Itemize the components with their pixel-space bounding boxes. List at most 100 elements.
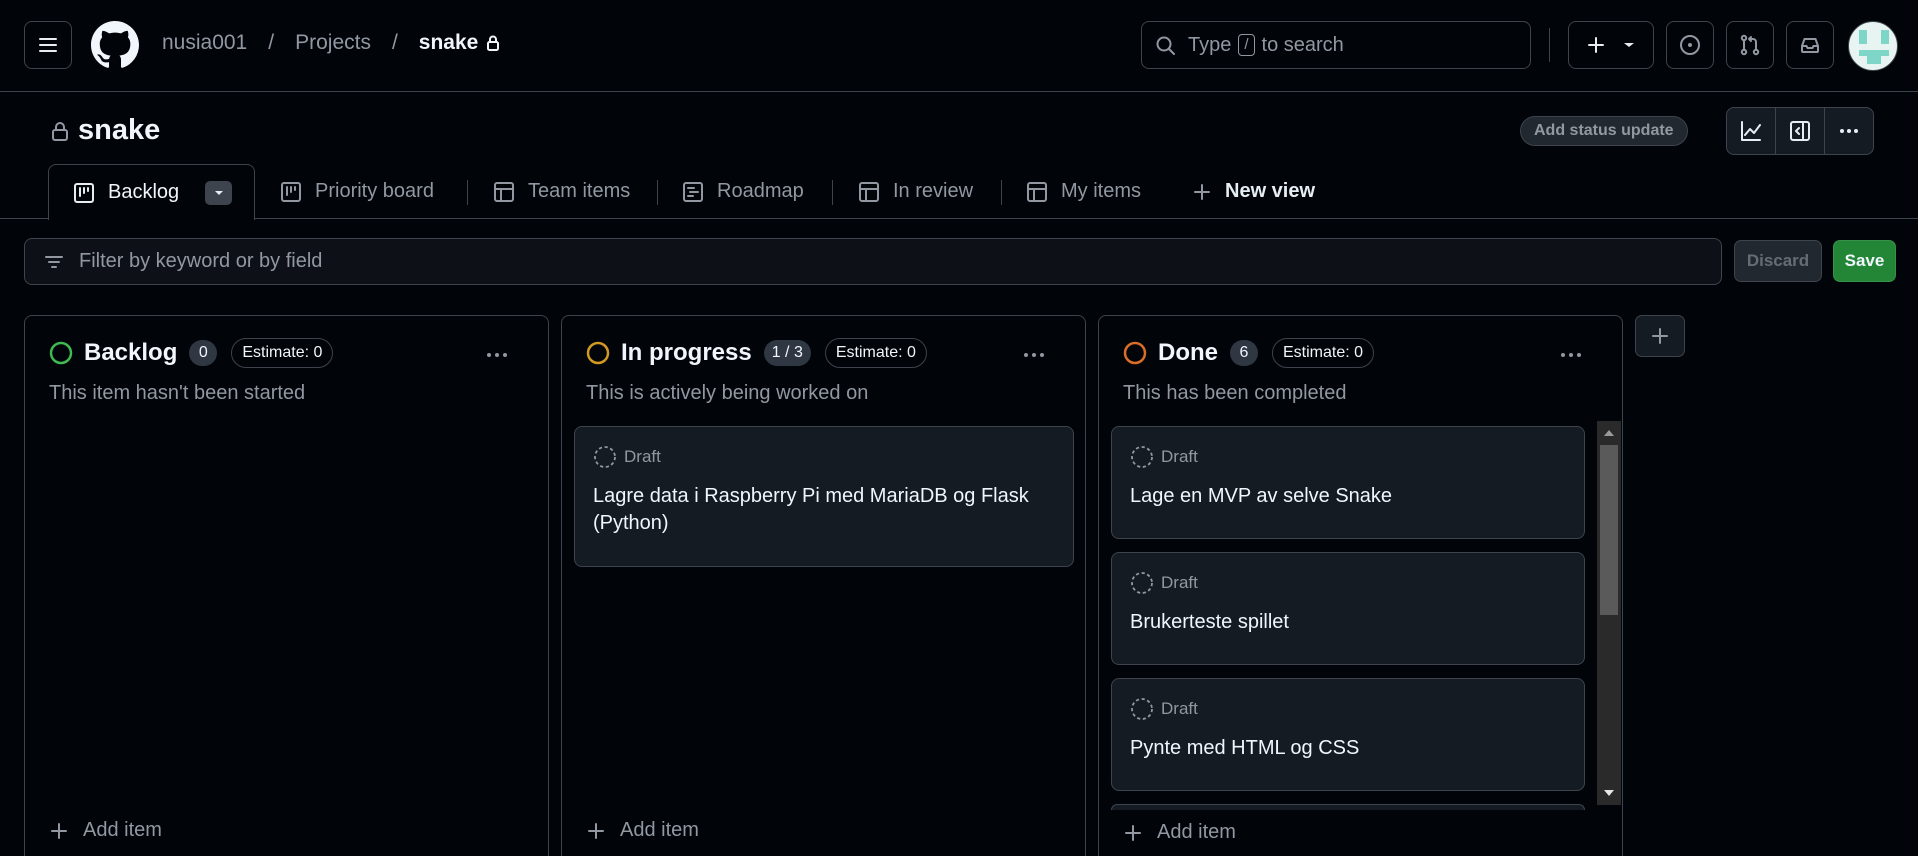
column-count: 0 [189, 340, 218, 366]
board-card[interactable]: Draft Lage en MVP av selve Snake [1111, 426, 1585, 539]
project-actions [1726, 107, 1874, 155]
column-header: Done 6 Estimate: 0 [1123, 338, 1375, 368]
breadcrumb-owner[interactable]: nusia001 [162, 31, 247, 55]
kebab-horizontal-icon [1840, 129, 1858, 133]
discard-button[interactable]: Discard [1734, 240, 1822, 282]
page-title: snake [50, 114, 160, 147]
board-card[interactable]: Draft Pynte med HTML og CSS [1111, 678, 1585, 791]
inbox-icon [1801, 38, 1819, 53]
github-logo-icon[interactable] [91, 21, 139, 69]
side-panel-button[interactable] [1776, 108, 1825, 154]
plus-icon [1652, 328, 1668, 344]
column-title: In progress [621, 339, 752, 366]
draft-issue-icon [1131, 446, 1153, 468]
tab-divider [657, 180, 658, 205]
board-card-partial [1111, 804, 1585, 810]
card-type: Draft [593, 445, 661, 469]
plus-icon [588, 822, 604, 839]
tab-my-items[interactable]: My items [1025, 164, 1141, 219]
plus-icon [51, 822, 67, 839]
card-type: Draft [1130, 445, 1198, 469]
kebab-horizontal-icon [1024, 353, 1044, 357]
add-item-button[interactable]: Add item [49, 819, 162, 842]
add-item-button[interactable]: Add item [1123, 821, 1236, 844]
scrollbar-thumb[interactable] [1600, 445, 1618, 615]
search-input[interactable]: Type / to search [1141, 21, 1531, 69]
card-title[interactable]: Lage en MVP av selve Snake [1130, 483, 1566, 510]
tab-label: Roadmap [717, 180, 804, 202]
table-icon [1027, 181, 1047, 202]
add-item-label: Add item [1157, 821, 1236, 843]
draft-issue-icon [1131, 572, 1153, 594]
column-menu-button[interactable] [1551, 341, 1591, 369]
search-icon [1156, 36, 1175, 55]
add-column-button[interactable] [1635, 315, 1685, 357]
column-scrollbar[interactable] [1597, 421, 1621, 805]
board-column-in-progress: In progress 1 / 3 Estimate: 0 This is ac… [561, 315, 1086, 856]
triangle-down-icon [214, 190, 223, 195]
draft-issue-icon [594, 446, 616, 468]
status-circle-icon [1123, 341, 1147, 365]
breadcrumb-project[interactable]: snake [419, 31, 479, 55]
card-type-label: Draft [1161, 573, 1198, 592]
new-view-button[interactable]: New view [1191, 164, 1315, 219]
scroll-up-icon[interactable] [1597, 423, 1621, 443]
card-title[interactable]: Lagre data i Raspberry Pi med MariaDB og… [593, 483, 1055, 537]
add-item-button[interactable]: Add item [586, 819, 699, 842]
card-type-label: Draft [1161, 699, 1198, 718]
tab-label: In review [893, 180, 974, 202]
column-description: This is actively being worked on [586, 382, 869, 404]
card-title[interactable]: Brukerteste spillet [1130, 609, 1566, 636]
kebab-horizontal-icon [1561, 353, 1581, 357]
card-title[interactable]: Pynte med HTML og CSS [1130, 735, 1566, 762]
column-description: This item hasn't been started [49, 382, 306, 404]
column-menu-button[interactable] [1014, 341, 1054, 369]
column-title: Backlog [84, 339, 178, 366]
filter-placeholder: Filter by keyword or by field [79, 250, 323, 272]
view-options-button[interactable] [205, 180, 233, 205]
column-count: 6 [1230, 340, 1258, 366]
inbox-button[interactable] [1786, 21, 1834, 69]
hamburger-icon [39, 38, 57, 52]
column-estimate: Estimate: 0 [1272, 338, 1375, 368]
graph-icon [1741, 121, 1761, 141]
issues-button[interactable] [1666, 21, 1714, 69]
board-column-done: Done 6 Estimate: 0 This has been complet… [1098, 315, 1623, 856]
board-icon [281, 181, 301, 202]
search-shortcut-key: / [1238, 34, 1255, 56]
filter-input[interactable]: Filter by keyword or by field [24, 238, 1722, 285]
tab-priority-board[interactable]: Priority board [279, 164, 434, 219]
plus-icon [1194, 183, 1210, 200]
avatar[interactable] [1848, 21, 1898, 71]
board-icon [74, 182, 94, 203]
sidebar-expand-icon [1790, 121, 1810, 141]
add-status-update-button[interactable]: Add status update [1520, 116, 1688, 146]
column-menu-button[interactable] [477, 341, 517, 369]
board-card[interactable]: Draft Brukerteste spillet [1111, 552, 1585, 665]
table-icon [859, 181, 879, 202]
column-estimate: Estimate: 0 [231, 338, 334, 368]
tab-in-review[interactable]: In review [857, 164, 973, 219]
global-header: nusia001 / Projects / snake Type / to se… [0, 0, 1918, 92]
breadcrumb-projects[interactable]: Projects [295, 31, 371, 55]
insights-button[interactable] [1727, 108, 1776, 154]
plus-icon [1125, 824, 1141, 841]
create-new-button[interactable] [1568, 21, 1654, 69]
save-button[interactable]: Save [1833, 240, 1896, 282]
pull-requests-button[interactable] [1726, 21, 1774, 69]
board-card[interactable]: Draft Lagre data i Raspberry Pi med Mari… [574, 426, 1074, 567]
tab-backlog[interactable]: Backlog [48, 164, 255, 220]
add-item-label: Add item [83, 819, 162, 841]
pull-request-icon [1740, 34, 1760, 56]
roadmap-icon [683, 181, 703, 202]
card-type: Draft [1130, 571, 1198, 595]
scroll-down-icon[interactable] [1597, 783, 1621, 803]
tab-team-items[interactable]: Team items [492, 164, 630, 219]
project-more-button[interactable] [1825, 108, 1873, 154]
menu-button[interactable] [24, 21, 72, 69]
tab-label: Backlog [108, 181, 180, 203]
plus-icon [1588, 37, 1604, 53]
tab-roadmap[interactable]: Roadmap [681, 164, 804, 219]
column-header: Backlog 0 Estimate: 0 [49, 338, 334, 368]
add-item-label: Add item [620, 819, 699, 841]
